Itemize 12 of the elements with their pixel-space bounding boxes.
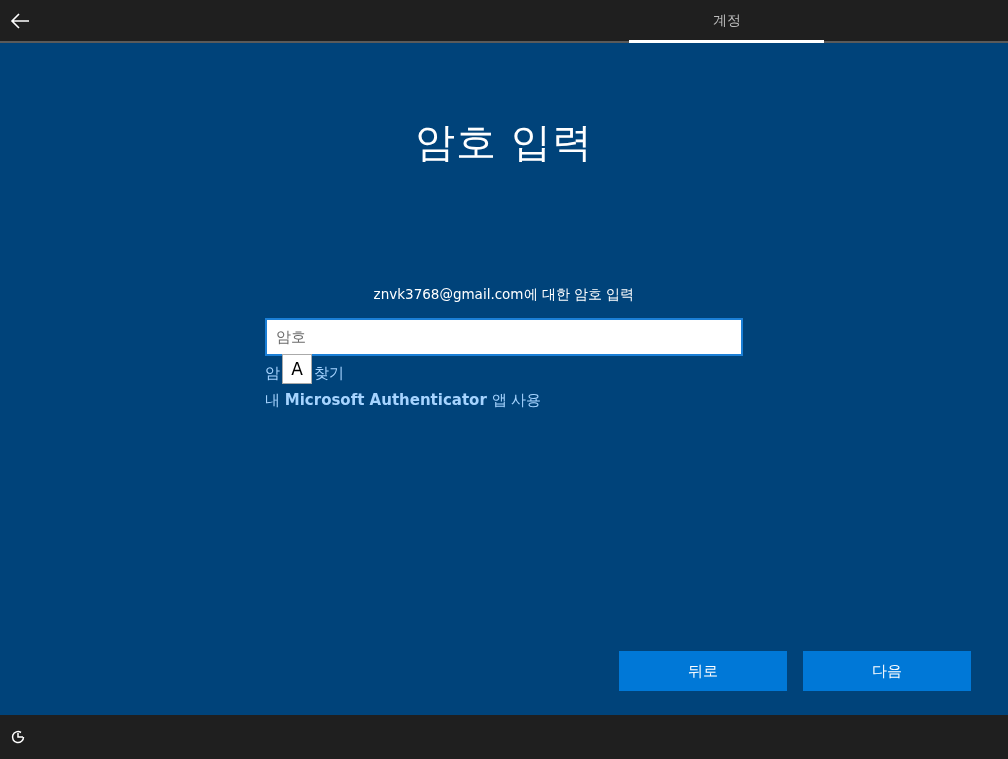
password-field[interactable]: 암호 bbox=[265, 318, 743, 356]
prompt-text: znvk3768@gmail.com에 대한 암호 입력 bbox=[373, 286, 635, 304]
back-button[interactable]: 뒤로 bbox=[619, 651, 787, 691]
page-title: 암호 입력 bbox=[415, 118, 593, 167]
forgot-password-link[interactable]: 암 bbox=[265, 364, 280, 383]
back-arrow-icon[interactable] bbox=[10, 12, 30, 29]
forgot-password-link[interactable]: 찾기 bbox=[314, 364, 344, 383]
authenticator-link[interactable]: 내 Microsoft Authenticator 앱 사용 bbox=[265, 391, 743, 410]
next-button[interactable]: 다음 bbox=[803, 651, 971, 691]
accessibility-icon[interactable] bbox=[10, 729, 26, 745]
ime-indicator: A bbox=[282, 354, 312, 384]
tab[interactable]: 계정 bbox=[629, 0, 824, 43]
